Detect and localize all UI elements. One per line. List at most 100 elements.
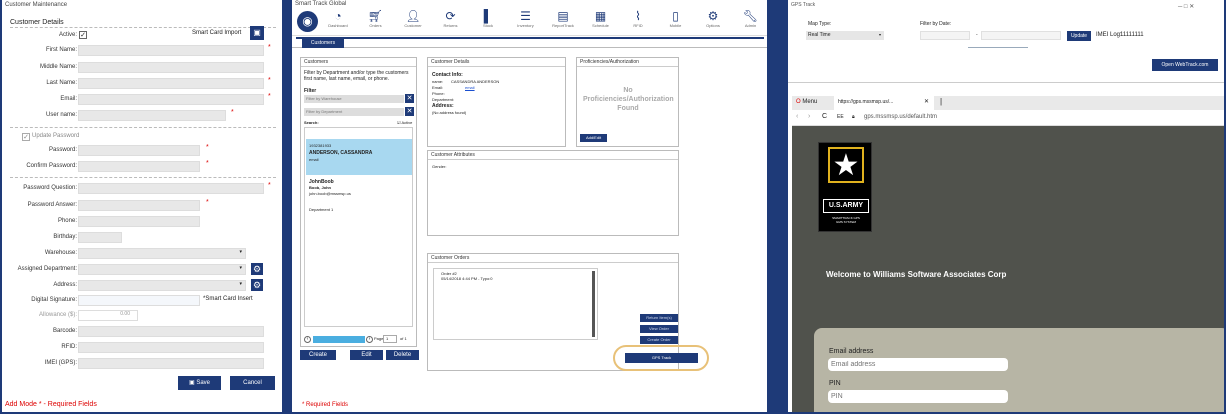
- toolbar-schedule-button[interactable]: ▦ Schedule: [581, 9, 621, 28]
- password-question-input[interactable]: [78, 183, 264, 194]
- app-logo-icon: ◉: [297, 11, 318, 32]
- update-button[interactable]: Update: [1067, 31, 1091, 41]
- reload-icon[interactable]: C: [822, 113, 827, 120]
- toolbar-options-button[interactable]: ⚙ Options: [693, 9, 733, 28]
- browser-tabbar: O Menu https://gps.mssmsp.us/... ✕ |: [792, 96, 1224, 110]
- save-button[interactable]: ▣ Save: [178, 376, 221, 390]
- department-gear-icon[interactable]: ⚙: [251, 263, 263, 275]
- email-input[interactable]: [828, 358, 1008, 371]
- date-to-input[interactable]: [981, 31, 1061, 40]
- toolbar-rfid-button[interactable]: ⌇ RFID: [618, 9, 658, 28]
- last-name-input[interactable]: [78, 78, 264, 89]
- assigned-department-select[interactable]: ▾: [78, 264, 246, 275]
- username-input[interactable]: [78, 110, 226, 121]
- customer-name: CASSANDRA ANDERSON: [451, 79, 500, 84]
- toolbar-inventory-button[interactable]: ☰ Inventory: [506, 9, 546, 28]
- confirm-password-input[interactable]: [78, 161, 200, 172]
- new-tab-icon[interactable]: |: [940, 97, 942, 106]
- list-item-selected[interactable]: 1932381933 ANDERSON, CASSANDRA email: [306, 139, 412, 175]
- edit-button[interactable]: Edit: [350, 350, 383, 360]
- browser-tab[interactable]: https://gps.mssmsp.us/...: [834, 96, 934, 110]
- order-date: 05/14/2018 4:44 PM - Typo:0: [441, 276, 493, 281]
- digital-signature-field[interactable]: [78, 295, 200, 306]
- smart-card-insert-label: *Smart Card Insert: [203, 296, 253, 302]
- close-tab-icon[interactable]: ✕: [924, 98, 929, 105]
- prev-page-icon[interactable]: ‹: [304, 336, 311, 343]
- customer-list: 1932381933 ANDERSON, CASSANDRA email Joh…: [304, 127, 413, 327]
- next-page-icon[interactable]: ›: [366, 336, 373, 343]
- mode-status: Add Mode * - Required Fields: [5, 401, 97, 408]
- toolbar-returns-button[interactable]: ⟳ Returns: [431, 9, 471, 28]
- toolbar-reporttrack-button[interactable]: ▤ ReportTrack: [543, 9, 583, 28]
- orders-scrollbar[interactable]: [592, 271, 595, 337]
- customer-details-box: Customer Details Contact Info: name: CAS…: [427, 57, 566, 147]
- page-input[interactable]: 1: [383, 335, 397, 343]
- add-edit-button[interactable]: Add/Edit: [580, 134, 607, 142]
- update-password-checkbox[interactable]: ✓: [22, 133, 30, 141]
- imei-input[interactable]: [78, 358, 264, 369]
- toolbar-mobile-button[interactable]: ▯ Mobile: [656, 9, 696, 28]
- person-icon: 👤︎: [405, 9, 421, 23]
- toolbar-customer-button[interactable]: 👤︎ Customer: [393, 9, 433, 28]
- tab-customers[interactable]: Customers: [302, 39, 344, 48]
- list-item[interactable]: JohnBoob Boob, John john.boob@mssmsp.us: [306, 178, 412, 202]
- customer-email-link[interactable]: email: [465, 85, 475, 90]
- filter-warehouse-select[interactable]: Filter by Warehouse: [304, 95, 404, 103]
- date-from-input[interactable]: [920, 31, 970, 40]
- address-bar[interactable]: gps.mssmsp.us/default.htm: [864, 114, 937, 120]
- rfid-label: RFID:: [61, 344, 77, 350]
- open-webtrack-button[interactable]: Open WebTrack.com: [1152, 59, 1218, 71]
- return-items-button[interactable]: Return Item(s): [640, 314, 678, 322]
- toolbar-stock-button[interactable]: ▌ Stock: [468, 9, 508, 28]
- address-select[interactable]: ▾: [78, 280, 246, 291]
- chevron-down-icon: ▾: [239, 281, 242, 287]
- middle-name-input[interactable]: [78, 62, 264, 73]
- first-name-input[interactable]: [78, 45, 264, 56]
- allowance-input[interactable]: 0.00: [78, 310, 138, 321]
- active-label: Active:: [58, 32, 77, 38]
- pin-input[interactable]: [828, 390, 1008, 403]
- window-title: Smart Track Global: [295, 1, 347, 7]
- cart-icon: 🛒︎: [367, 9, 384, 23]
- toolbar-admin-button[interactable]: 🔧︎ Admin: [731, 9, 768, 28]
- customer-attributes-box: Customer Attributes Gender:: [427, 150, 679, 236]
- birthday-input[interactable]: [78, 232, 122, 243]
- rfid-input[interactable]: [78, 342, 264, 353]
- clear-department-icon[interactable]: ✕: [405, 107, 414, 116]
- create-order-button[interactable]: Create Order: [640, 336, 678, 344]
- password-input[interactable]: [78, 145, 200, 156]
- map-type-select[interactable]: Real Time ▾: [806, 31, 884, 40]
- dashboard-icon: ◔: [334, 9, 342, 23]
- active-filter-checkbox[interactable]: ☑ Active: [397, 120, 412, 125]
- cancel-button[interactable]: Cancel: [230, 376, 275, 390]
- warehouse-select[interactable]: ▾: [78, 248, 246, 259]
- browser-menu[interactable]: O Menu: [796, 99, 817, 105]
- filter-label: Filter: [304, 88, 317, 94]
- email-input[interactable]: [78, 94, 264, 105]
- view-order-button[interactable]: View Order: [640, 325, 678, 333]
- search-label: Search:: [304, 120, 319, 125]
- password-answer-input[interactable]: [78, 200, 200, 211]
- page-slider[interactable]: [313, 336, 365, 343]
- calendar-icon: ▦: [594, 9, 607, 23]
- filter-department-select[interactable]: Filter by Department: [304, 108, 404, 116]
- gps-track-window: GPS Track ─ □ ✕ Map Type: Real Time ▾ Fil…: [788, 0, 1224, 412]
- toolbar-orders-button[interactable]: 🛒︎ Orders: [356, 9, 396, 28]
- create-button[interactable]: Create: [300, 350, 336, 360]
- barcode-input[interactable]: [78, 326, 264, 337]
- smart-track-window: Smart Track Global ◉ ◔ Dashboard 🛒︎ Orders 👤…: [292, 0, 767, 412]
- window-controls[interactable]: ─ □ ✕: [1178, 3, 1194, 10]
- toolbar-dashboard-button[interactable]: ◔ Dashboard: [318, 9, 358, 28]
- delete-button[interactable]: Delete: [386, 350, 419, 360]
- address-gear-icon[interactable]: ⚙: [251, 279, 263, 291]
- forward-icon[interactable]: ›: [808, 113, 810, 120]
- phone-input[interactable]: [78, 216, 200, 227]
- page-of: of 1: [400, 336, 407, 341]
- gps-track-button[interactable]: GPS Track: [625, 353, 698, 363]
- active-checkbox[interactable]: ✓: [79, 31, 87, 39]
- clear-warehouse-icon[interactable]: ✕: [405, 94, 414, 103]
- back-icon[interactable]: ‹: [796, 113, 798, 120]
- welcome-text: Welcome to Williams Software Associates …: [826, 270, 1007, 279]
- smart-card-import-icon[interactable]: ▣: [250, 26, 264, 40]
- customer-maintenance-window: Customer Maintenance Customer Details Ac…: [2, 0, 282, 412]
